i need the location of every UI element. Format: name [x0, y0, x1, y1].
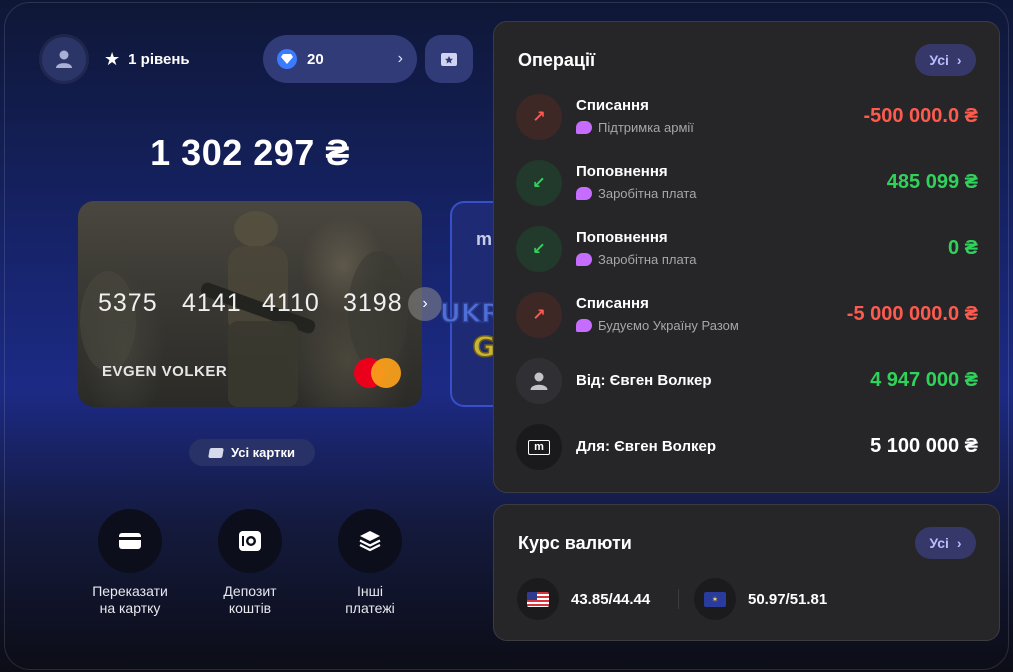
cards-icon: [208, 447, 224, 458]
action-label-line2: платежі: [345, 600, 395, 616]
operation-amount: 4 947 000 ₴: [870, 369, 978, 391]
user-avatar[interactable]: [42, 37, 86, 81]
operation-row[interactable]: ↙ Поповнення Заробітна плата 485 099 ₴: [516, 159, 978, 209]
action-label-line1: Переказати: [92, 583, 168, 599]
gem-icon: [277, 49, 297, 69]
usd-flag-circle: [517, 578, 559, 620]
card-number-group-3: 4110: [262, 289, 320, 317]
gift-icon: [441, 53, 457, 66]
operation-row[interactable]: ↙ Поповнення Заробітна плата 0 ₴: [516, 225, 978, 275]
eur-rate[interactable]: ✶ 50.97/51.81: [694, 578, 827, 620]
operation-amount: 5 100 000 ₴: [870, 435, 978, 457]
divider: [678, 589, 679, 609]
operation-amount: -5 000 000.0 ₴: [846, 303, 978, 325]
card-holder-name: EVGEN VOLKER: [102, 363, 228, 380]
comment-icon: [576, 121, 592, 134]
transfer-to-card-button[interactable]: Переказати на картку: [75, 509, 185, 617]
card-number-group-1: 5375: [98, 289, 158, 317]
currency-panel: Курс валюти Усі › 43.85/44.44 ✶ 50.97/51…: [493, 504, 1000, 641]
eur-flag-circle: ✶: [694, 578, 736, 620]
currency-all-button[interactable]: Усі ›: [915, 527, 976, 559]
person-icon: [516, 358, 562, 404]
level-indicator[interactable]: ★ 1 рівень: [104, 50, 190, 68]
points-button[interactable]: 20 ›: [263, 35, 417, 83]
operation-amount: 485 099 ₴: [886, 171, 978, 193]
bank-card[interactable]: 5375 4141 4110 3198 EVGEN VOLKER: [78, 201, 422, 407]
operation-category-text: Заробітна плата: [598, 252, 697, 267]
usd-rate[interactable]: 43.85/44.44: [517, 578, 650, 620]
deposit-icon: [239, 531, 261, 551]
operation-category: Будуємо Україну Разом: [576, 318, 739, 333]
comment-icon: [576, 319, 592, 332]
layers-icon: [359, 531, 381, 552]
chevron-right-icon: ›: [956, 535, 962, 551]
level-label: 1 рівень: [128, 50, 190, 68]
operation-category-text: Заробітна плата: [598, 186, 697, 201]
banking-screen: ★ 1 рівень 20 › 1 302 297 ₴ 5375 4141 41…: [0, 0, 1013, 672]
eu-flag-icon: ✶: [704, 591, 726, 607]
star-icon: ★: [104, 49, 121, 69]
gift-button[interactable]: [425, 35, 473, 83]
card-number-group-4: 3198: [343, 289, 403, 317]
all-cards-button[interactable]: Усі картки: [189, 439, 315, 466]
points-value: 20: [307, 50, 324, 68]
comment-icon: [576, 187, 592, 200]
operation-category-text: Підтримка армії: [598, 120, 694, 135]
operation-title: Від: Євген Волкер: [576, 372, 712, 389]
next-card-label: m: [476, 229, 493, 249]
operation-row[interactable]: ↗ Списання Підтримка армії -500 000.0 ₴: [516, 93, 978, 143]
usd-rate-value: 43.85/44.44: [571, 590, 651, 608]
operation-category: Заробітна плата: [576, 252, 696, 267]
card-number-group-2: 4141: [182, 289, 242, 317]
currency-title: Курс валюти: [518, 533, 632, 553]
operation-row[interactable]: ↗ Списання Будуємо Україну Разом -5 000 …: [516, 291, 978, 341]
action-label-line1: Інші: [357, 583, 383, 599]
eur-rate-value: 50.97/51.81: [748, 590, 828, 608]
operation-title: Списання: [576, 97, 649, 114]
other-payments-button[interactable]: Інші платежі: [315, 509, 425, 617]
m-badge-icon: m: [516, 424, 562, 470]
action-label-line2: на картку: [99, 600, 161, 616]
operations-all-label: Усі: [929, 52, 949, 68]
operation-amount: 0 ₴: [947, 237, 978, 259]
operation-category: Заробітна плата: [576, 186, 696, 201]
operation-title: Поповнення: [576, 229, 668, 246]
operation-amount: -500 000.0 ₴: [863, 105, 978, 127]
arrow-down-left-icon: ↙: [516, 226, 562, 272]
operation-row[interactable]: Від: Євген Волкер 4 947 000 ₴: [516, 357, 978, 407]
chevron-right-icon: ›: [397, 50, 403, 67]
deposit-button[interactable]: Депозит коштів: [195, 509, 305, 617]
operations-all-button[interactable]: Усі ›: [915, 44, 976, 76]
operation-title: Списання: [576, 295, 649, 312]
arrow-up-right-icon: ↗: [516, 94, 562, 140]
arrow-up-right-icon: ↗: [516, 292, 562, 338]
us-flag-icon: [527, 591, 549, 607]
arrow-down-left-icon: ↙: [516, 160, 562, 206]
operations-title: Операції: [518, 50, 596, 70]
action-label-line1: Депозит: [223, 583, 277, 599]
user-icon: [56, 50, 72, 68]
mastercard-logo: [354, 357, 404, 389]
operation-title: Поповнення: [576, 163, 668, 180]
operation-row[interactable]: m Для: Євген Волкер 5 100 000 ₴: [516, 423, 978, 473]
operation-category-text: Будуємо Україну Разом: [598, 318, 739, 333]
operation-title: Для: Євген Волкер: [576, 438, 717, 455]
operation-category: Підтримка армії: [576, 120, 694, 135]
account-balance: 1 302 297 ₴: [150, 132, 350, 173]
action-label-line2: коштів: [228, 600, 272, 616]
card-icon: [119, 533, 141, 549]
operations-panel: Операції Усі › ↗ Списання Підтримка армі…: [493, 21, 1000, 493]
comment-icon: [576, 253, 592, 266]
currency-all-label: Усі: [929, 535, 949, 551]
chevron-right-icon: ›: [956, 52, 962, 68]
all-cards-label: Усі картки: [230, 445, 296, 460]
